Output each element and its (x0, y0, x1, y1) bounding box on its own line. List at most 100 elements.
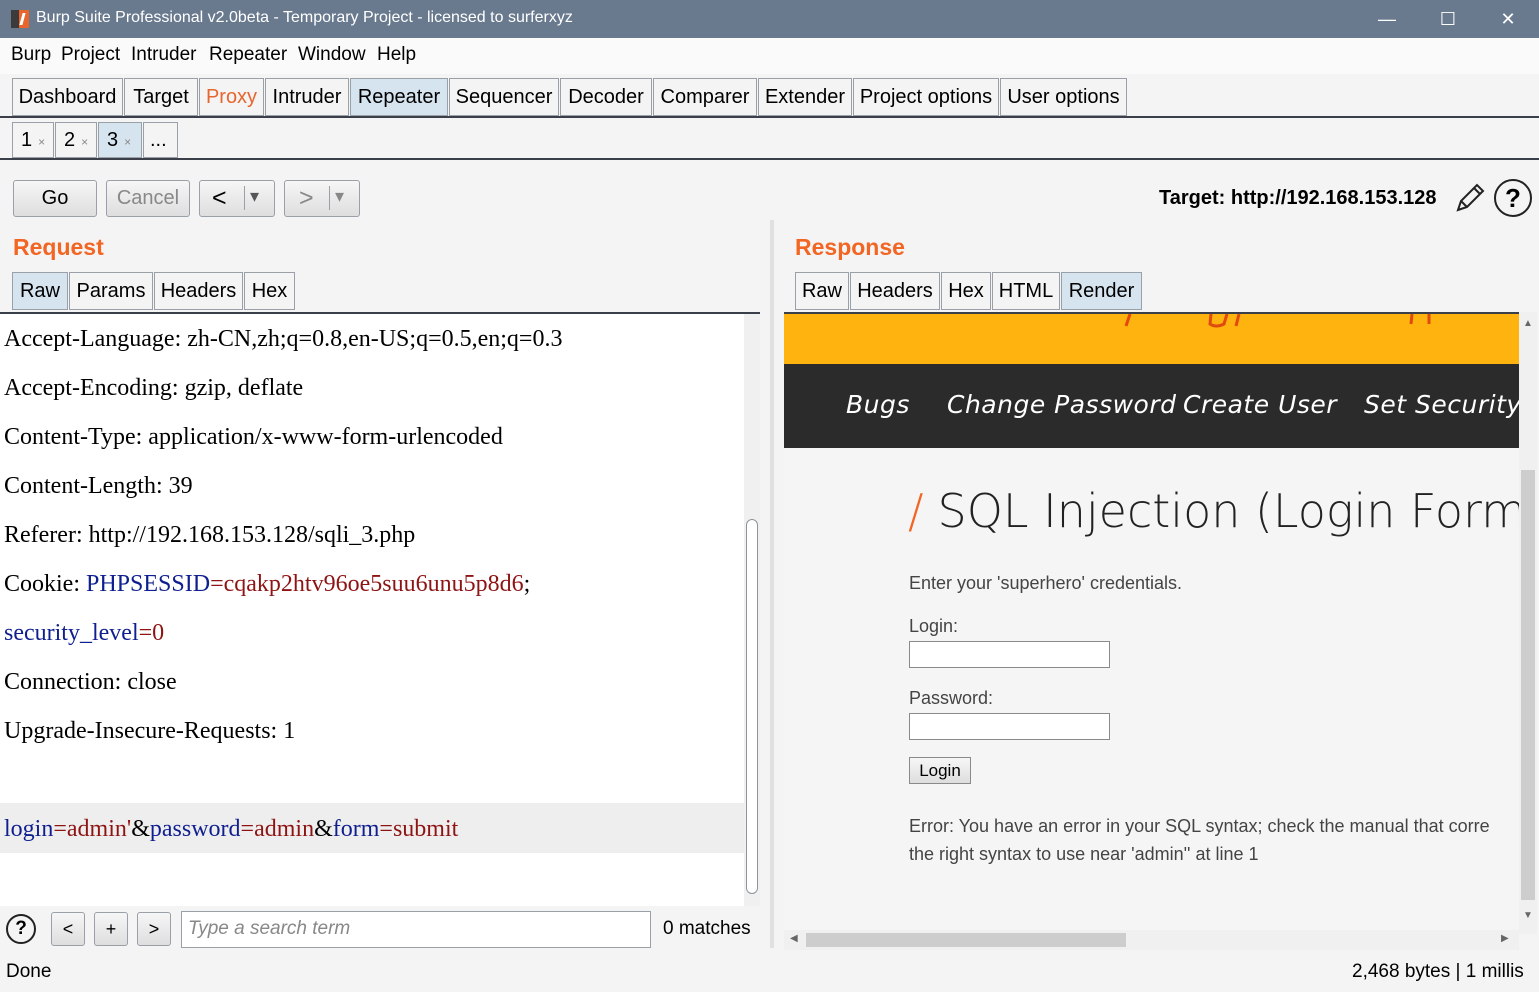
forward-arrow-icon: > (299, 184, 314, 212)
scroll-down-icon[interactable]: ▼ (1523, 910, 1533, 921)
response-stats: 2,468 bytes | 1 millis (1352, 961, 1524, 982)
close-tab-icon[interactable]: × (81, 135, 88, 149)
repeater-tab-label: 1 (21, 129, 33, 151)
menu-window[interactable]: Window (298, 44, 366, 66)
tab-decoder[interactable]: Decoder (560, 78, 652, 116)
minimize-button[interactable]: — (1367, 6, 1407, 32)
request-tab-raw[interactable]: Raw (12, 272, 68, 310)
request-tab-params[interactable]: Params (69, 272, 153, 310)
ampersand: & (131, 816, 150, 842)
search-matches: 0 matches (663, 918, 751, 939)
forward-button[interactable]: > ▾ (284, 180, 360, 217)
response-vertical-scrollbar[interactable]: ▲ ▼ (1519, 312, 1537, 934)
cancel-button[interactable]: Cancel (106, 180, 190, 217)
menu-project[interactable]: Project (61, 44, 120, 66)
status-bar: Done 2,468 bytes | 1 millis (0, 952, 1539, 992)
main-tab-bar: Dashboard Target Proxy Intruder Repeater… (0, 74, 1539, 118)
tab-proxy[interactable]: Proxy (199, 78, 264, 116)
request-scrollbar[interactable] (744, 314, 760, 906)
param-key: password (149, 816, 241, 842)
nav-link-create-user[interactable]: Create User (1183, 390, 1337, 419)
repeater-tab-bar: 1 × 2 × 3 × ... (0, 118, 1539, 160)
heading-slash: / (908, 484, 924, 538)
equals-sign: = (210, 571, 224, 597)
search-help-icon[interactable]: ? (6, 914, 36, 944)
response-tab-raw[interactable]: Raw (795, 272, 849, 310)
back-dropdown-icon[interactable]: ▾ (250, 186, 259, 207)
request-editor[interactable]: Accept-Language: zh-CN,zh;q=0.8,en-US;q=… (0, 312, 760, 906)
nav-link-change-password[interactable]: Change Password (947, 390, 1177, 419)
password-input[interactable] (909, 713, 1110, 740)
scroll-right-icon[interactable]: ▶ (1501, 933, 1509, 944)
cookie-key: PHPSESSID (86, 571, 211, 597)
cookie-value: cqakp2htv96oe5suu6unu5p8d6 (223, 571, 524, 597)
response-title: Response (795, 234, 905, 260)
response-hscroll-thumb[interactable] (806, 933, 1126, 947)
menu-repeater[interactable]: Repeater (209, 44, 287, 66)
maximize-button[interactable]: ☐ (1428, 6, 1468, 32)
edit-target-pencil-icon[interactable] (1452, 180, 1488, 216)
cookie-key: security_level (4, 620, 139, 646)
scroll-left-icon[interactable]: ◀ (790, 933, 798, 944)
search-next-button[interactable]: > (137, 912, 171, 946)
nav-link-bugs[interactable]: Bugs (846, 390, 910, 419)
menu-intruder[interactable]: Intruder (131, 44, 196, 66)
back-arrow-icon: < (212, 184, 227, 212)
menu-help[interactable]: Help (377, 44, 416, 66)
response-vscroll-thumb[interactable] (1521, 470, 1535, 900)
search-prev-button[interactable]: < (51, 912, 85, 946)
close-button[interactable]: ✕ (1488, 6, 1528, 32)
help-icon[interactable]: ? (1494, 179, 1532, 217)
tab-comparer[interactable]: Comparer (653, 78, 757, 116)
heading-text: SQL Injection (Login Form (937, 484, 1520, 538)
tab-sequencer[interactable]: Sequencer (449, 78, 559, 116)
page-nav-bar: Bugs Change Password Create User Set Sec… (784, 364, 1519, 448)
tab-repeater[interactable]: Repeater (350, 78, 448, 116)
repeater-tab-2[interactable]: 2 × (55, 122, 97, 158)
tab-user-options[interactable]: User options (1000, 78, 1127, 116)
equals-sign: = (379, 816, 393, 842)
split-pane-divider[interactable] (770, 220, 774, 948)
page-header-banner (784, 314, 1519, 364)
nav-link-set-security[interactable]: Set Security L (1364, 390, 1519, 419)
login-input[interactable] (909, 641, 1110, 668)
response-tab-headers[interactable]: Headers (850, 272, 940, 310)
response-tab-html[interactable]: HTML (992, 272, 1060, 310)
tab-extender[interactable]: Extender (758, 78, 852, 116)
search-add-button[interactable]: + (94, 912, 128, 946)
burp-logo-icon (11, 10, 29, 28)
new-tab-button[interactable]: ... (143, 122, 178, 158)
repeater-tab-1[interactable]: 1 × (12, 122, 54, 158)
request-tab-hex[interactable]: Hex (244, 272, 295, 310)
request-title: Request (13, 234, 104, 260)
response-horizontal-scrollbar[interactable]: ◀ ▶ (784, 930, 1519, 950)
repeater-tab-3[interactable]: 3 × (98, 122, 142, 158)
request-line: Accept-Language: zh-CN,zh;q=0.8,en-US;q=… (4, 326, 563, 352)
close-tab-icon[interactable]: × (124, 135, 131, 149)
target-label: Target: http://192.168.153.128 (1159, 187, 1437, 209)
button-separator (329, 186, 330, 210)
response-tab-hex[interactable]: Hex (941, 272, 991, 310)
request-tab-headers[interactable]: Headers (154, 272, 243, 310)
back-button[interactable]: < ▾ (199, 180, 275, 217)
tab-dashboard[interactable]: Dashboard (12, 78, 123, 116)
go-button[interactable]: Go (13, 180, 97, 217)
tab-project-options[interactable]: Project options (853, 78, 999, 116)
param-key: login (4, 816, 54, 842)
request-line: Content-Type: application/x-www-form-url… (4, 424, 503, 450)
menu-burp[interactable]: Burp (11, 44, 51, 66)
param-value: admin (254, 816, 315, 842)
response-tab-render[interactable]: Render (1061, 272, 1142, 310)
menu-bar: Burp Project Intruder Repeater Window He… (0, 38, 1539, 74)
tab-intruder[interactable]: Intruder (265, 78, 349, 116)
request-scrollbar-thumb[interactable] (746, 519, 758, 894)
request-line: Referer: http://192.168.153.128/sqli_3.p… (4, 522, 416, 548)
search-input[interactable]: Type a search term (181, 911, 651, 948)
forward-dropdown-icon[interactable]: ▾ (335, 186, 344, 207)
scroll-up-icon[interactable]: ▲ (1523, 318, 1533, 329)
login-button[interactable]: Login (909, 757, 971, 784)
param-value: admin' (66, 816, 132, 842)
tab-target[interactable]: Target (124, 78, 198, 116)
status-text: Done (6, 961, 52, 982)
close-tab-icon[interactable]: × (38, 135, 45, 149)
